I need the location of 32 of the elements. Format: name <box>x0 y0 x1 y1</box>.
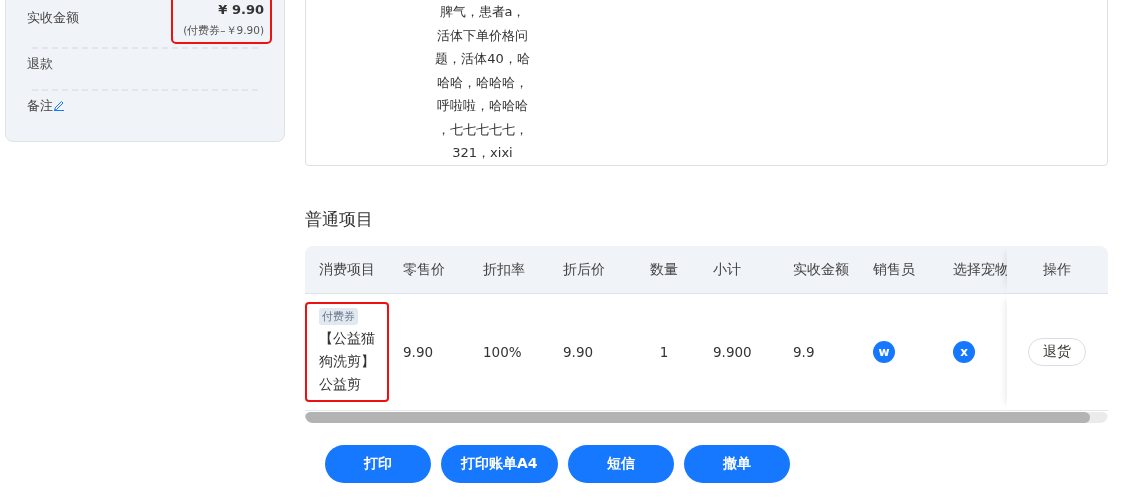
summary-label: 退款 <box>27 55 53 73</box>
return-button[interactable]: 退货 <box>1028 338 1086 366</box>
edit-icon[interactable] <box>53 99 65 111</box>
amount-value: ¥ 9.90 <box>218 1 264 19</box>
amount-detail: (付费券–￥9.90) <box>183 23 264 38</box>
summary-label: 备注 <box>27 97 53 115</box>
table-cell: 9.900 <box>713 344 752 360</box>
table-cell: 9.9 <box>793 344 815 360</box>
column-header: 折扣率 <box>483 260 525 279</box>
table-cell: 1 <box>659 344 669 360</box>
item-name: 【公益猫狗洗剪】公益剪 <box>319 329 376 394</box>
column-header: 销售员 <box>873 260 915 279</box>
table-cell: 9.90 <box>563 344 594 360</box>
note-text: 脾气，患者a，活体下单价格问题，活体40，哈哈哈，哈哈哈，呼啦啦，哈哈哈，七七七七七，321，xixi <box>435 3 530 162</box>
column-header: 数量 <box>650 260 678 279</box>
action-button[interactable]: 打印账单A4 <box>441 445 558 483</box>
column-header: 零售价 <box>403 260 445 279</box>
column-header: 折后价 <box>563 260 605 279</box>
column-header: 操作 <box>1043 260 1071 279</box>
table-cell: 9.90 <box>403 344 434 360</box>
column-header: 小计 <box>713 260 741 279</box>
action-button[interactable]: 打印 <box>325 445 431 483</box>
action-button[interactable]: 撤单 <box>683 445 790 483</box>
item-tag: 付费券 <box>319 308 358 325</box>
avatar[interactable]: x <box>953 341 975 363</box>
column-header: 实收金额 <box>793 260 849 279</box>
table-cell: 100% <box>483 344 522 360</box>
section-title: 普通项目 <box>305 208 373 231</box>
action-button[interactable]: 短信 <box>567 445 674 483</box>
column-header: 消费项目 <box>319 260 375 279</box>
avatar[interactable]: w <box>873 341 895 363</box>
summary-label: 实收金额 <box>27 9 79 27</box>
